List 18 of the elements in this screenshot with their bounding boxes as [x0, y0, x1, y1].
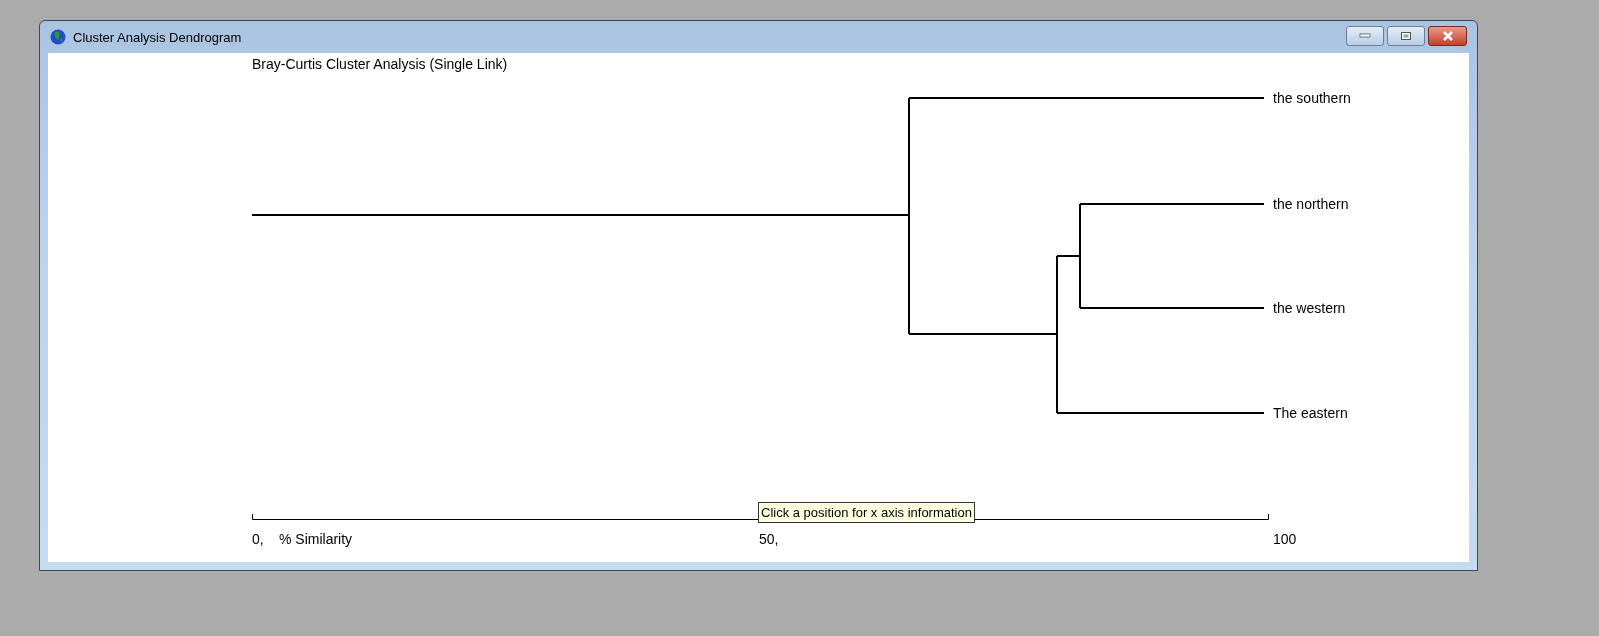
- axis-tick-label: 0,: [252, 531, 264, 547]
- minimize-button[interactable]: [1346, 26, 1384, 46]
- axis-tick-label: 100: [1273, 531, 1297, 547]
- leaf-label: The eastern: [1273, 405, 1348, 421]
- axis-label: % Similarity: [279, 531, 353, 547]
- tooltip: Click a position for x axis information: [758, 502, 975, 523]
- plot-title: Bray-Curtis Cluster Analysis (Single Link): [251, 55, 509, 74]
- leaf-label: the western: [1273, 300, 1346, 316]
- leaf-label: the southern: [1273, 90, 1351, 106]
- maximize-button[interactable]: [1387, 26, 1425, 46]
- close-button[interactable]: [1428, 26, 1467, 46]
- window-title: Cluster Analysis Dendrogram: [73, 29, 242, 45]
- axis-tick-label: 50,: [759, 531, 779, 547]
- globe-icon: [50, 29, 66, 45]
- minimize-icon: [1359, 33, 1371, 39]
- maximize-icon: [1400, 31, 1412, 41]
- leaf-label: the northern: [1273, 196, 1349, 212]
- close-icon: [1441, 31, 1454, 41]
